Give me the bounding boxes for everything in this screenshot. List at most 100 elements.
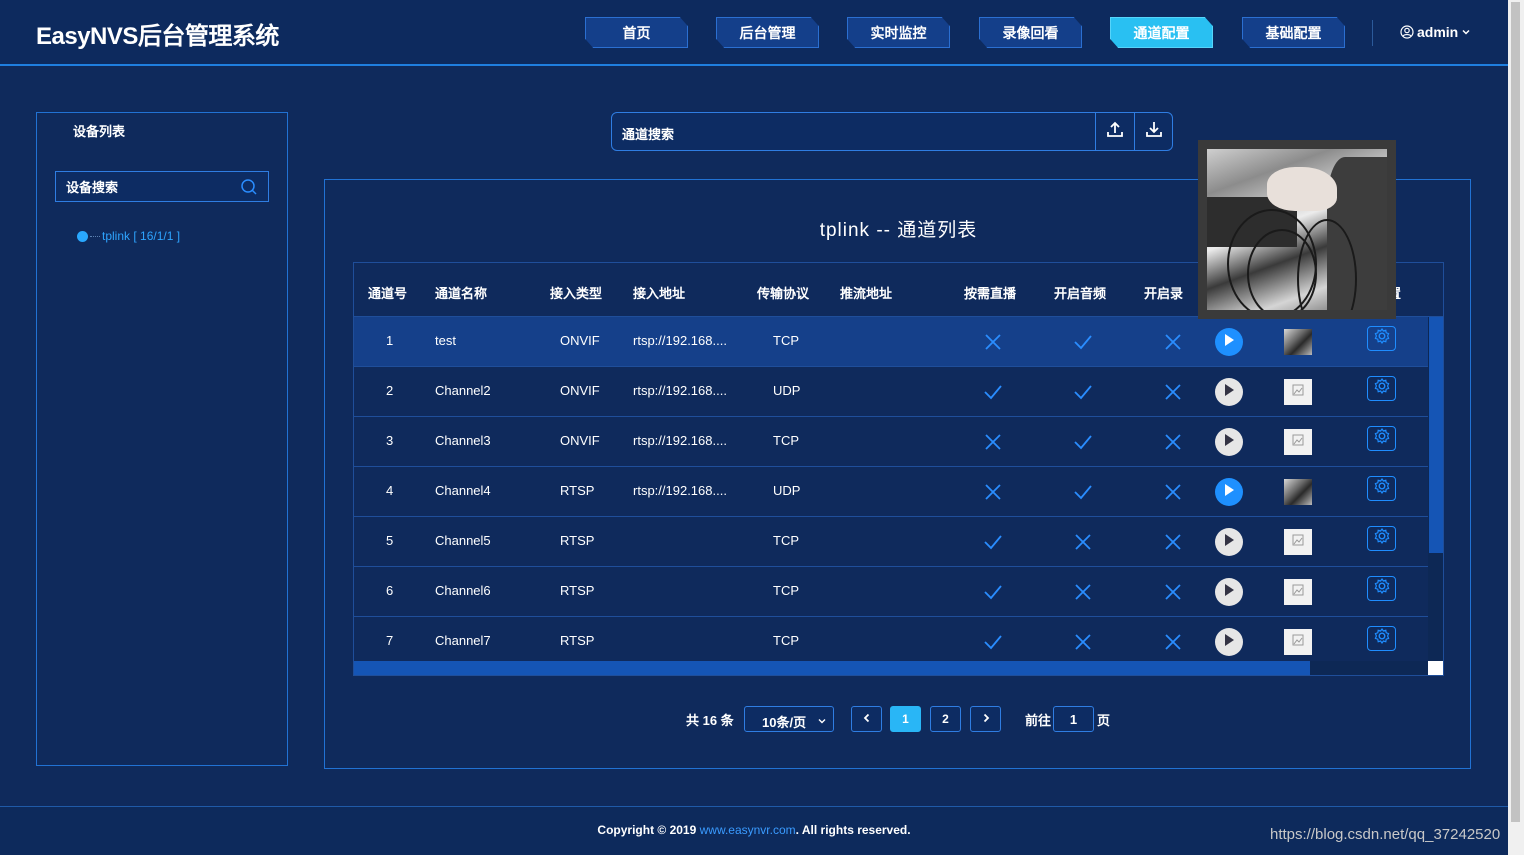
cell-access-type: RTSP (560, 633, 595, 648)
settings-button[interactable] (1367, 526, 1396, 551)
table-vertical-scroll-thumb[interactable] (1429, 317, 1443, 553)
table-row[interactable]: 7 Channel7 RTSP TCP (354, 617, 1428, 667)
play-button[interactable] (1215, 328, 1243, 356)
play-button[interactable] (1215, 628, 1243, 656)
table-row[interactable]: 6 Channel6 RTSP TCP (354, 567, 1428, 617)
check-icon (1073, 482, 1093, 502)
page-button-2[interactable]: 2 (930, 706, 961, 732)
snapshot-preview-image (1207, 149, 1387, 310)
snapshot-thumbnail[interactable] (1284, 579, 1312, 605)
user-menu[interactable]: admin (1400, 24, 1471, 40)
play-icon (1223, 483, 1235, 502)
page-size-value: 10条/页 (762, 715, 807, 730)
snapshot-thumbnail[interactable] (1284, 629, 1312, 655)
goto-suffix: 页 (1097, 713, 1111, 728)
channel-search-input[interactable]: 通道搜索 (611, 112, 1173, 151)
play-icon (1223, 533, 1235, 552)
settings-button[interactable] (1367, 476, 1396, 501)
table-row[interactable]: 1 test ONVIF rtsp://192.168.... TCP (354, 317, 1428, 367)
play-button[interactable] (1215, 528, 1243, 556)
cell-protocol: TCP (773, 333, 799, 348)
device-sidebar: 设备列表 设备搜索 tplink [ 16/1/1 ] (36, 112, 288, 766)
settings-button[interactable] (1367, 376, 1396, 401)
tree-node-tplink[interactable]: tplink [ 16/1/1 ] (77, 229, 180, 243)
snapshot-thumbnail[interactable] (1284, 329, 1312, 355)
download-button[interactable] (1134, 113, 1173, 150)
snapshot-thumbnail[interactable] (1284, 379, 1312, 405)
nav-playback[interactable]: 录像回看 (979, 17, 1082, 48)
play-button[interactable] (1215, 378, 1243, 406)
goto-label: 前往 (1025, 713, 1052, 728)
cross-icon (1163, 532, 1183, 552)
gear-icon (1373, 627, 1391, 650)
play-button[interactable] (1215, 578, 1243, 606)
cell-protocol: TCP (773, 633, 799, 648)
image-placeholder-icon (1292, 583, 1304, 601)
check-icon (983, 382, 1003, 402)
copyright-prefix: Copyright © 2019 (597, 823, 700, 837)
cross-icon (1073, 632, 1093, 652)
nav-basic-config[interactable]: 基础配置 (1242, 17, 1345, 48)
th-access-type: 接入类型 (550, 286, 603, 301)
prev-page-button[interactable] (851, 706, 882, 732)
nav-admin[interactable]: 后台管理 (716, 17, 819, 48)
footer-link[interactable]: www.easynvr.com (700, 823, 796, 837)
snapshot-thumbnail[interactable] (1284, 429, 1312, 455)
settings-button[interactable] (1367, 576, 1396, 601)
th-audio: 开启音频 (1054, 286, 1107, 301)
tree-connector (90, 235, 100, 237)
cell-channel-no: 5 (386, 533, 394, 548)
page-scrollbar-thumb[interactable] (1511, 2, 1520, 822)
device-search-input[interactable]: 设备搜索 (55, 171, 269, 202)
cell-protocol: UDP (773, 483, 801, 498)
settings-button[interactable] (1367, 426, 1396, 451)
cross-icon (983, 432, 1003, 452)
cell-channel-name: Channel6 (435, 583, 491, 598)
image-placeholder-icon (1292, 633, 1304, 651)
cell-access-address: rtsp://192.168.... (633, 383, 727, 398)
tree-node-label[interactable]: tplink [ 16/1/1 ] (102, 229, 180, 243)
play-button[interactable] (1215, 428, 1243, 456)
cell-protocol: TCP (773, 533, 799, 548)
nav-channel-config[interactable]: 通道配置 (1110, 17, 1213, 48)
cell-access-address: rtsp://192.168.... (633, 433, 727, 448)
play-icon (1223, 333, 1235, 352)
gear-icon (1373, 327, 1391, 350)
cell-channel-no: 3 (386, 433, 394, 448)
check-icon (983, 632, 1003, 652)
snapshot-preview-popup (1198, 140, 1396, 319)
user-icon (1400, 25, 1414, 39)
cross-icon (1163, 582, 1183, 602)
nav-home[interactable]: 首页 (585, 17, 688, 48)
cell-channel-name: test (435, 333, 456, 348)
cell-channel-name: Channel5 (435, 533, 491, 548)
settings-button[interactable] (1367, 326, 1396, 351)
play-button[interactable] (1215, 478, 1243, 506)
upload-button[interactable] (1095, 113, 1134, 150)
cell-protocol: TCP (773, 583, 799, 598)
channel-search-placeholder: 通道搜索 (622, 127, 675, 142)
th-push-address: 推流地址 (840, 286, 893, 301)
play-icon (1223, 433, 1235, 452)
search-icon[interactable] (240, 178, 258, 199)
goto-page-input[interactable]: 1 (1053, 706, 1094, 732)
nav-live-monitor[interactable]: 实时监控 (847, 17, 950, 48)
table-row[interactable]: 3 Channel3 ONVIF rtsp://192.168.... TCP (354, 417, 1428, 467)
cell-channel-name: Channel7 (435, 633, 491, 648)
table-row[interactable]: 4 Channel4 RTSP rtsp://192.168.... UDP (354, 467, 1428, 517)
snapshot-thumbnail[interactable] (1284, 529, 1312, 555)
page-size-select[interactable]: 10条/页 (744, 706, 834, 732)
settings-button[interactable] (1367, 626, 1396, 651)
gear-icon (1373, 577, 1391, 600)
page-button-1[interactable]: 1 (890, 706, 921, 732)
cell-protocol: UDP (773, 383, 801, 398)
next-page-button[interactable] (970, 706, 1001, 732)
nav-divider (1372, 20, 1373, 46)
page-scrollbar[interactable] (1508, 0, 1524, 855)
snapshot-thumbnail[interactable] (1284, 479, 1312, 505)
table-horizontal-scroll-thumb[interactable] (354, 661, 1310, 675)
top-header: EasyNVS后台管理系统 首页 后台管理 实时监控 录像回看 通道配置 基础配… (0, 0, 1508, 66)
cell-channel-name: Channel4 (435, 483, 491, 498)
table-row[interactable]: 2 Channel2 ONVIF rtsp://192.168.... UDP (354, 367, 1428, 417)
table-row[interactable]: 5 Channel5 RTSP TCP (354, 517, 1428, 567)
